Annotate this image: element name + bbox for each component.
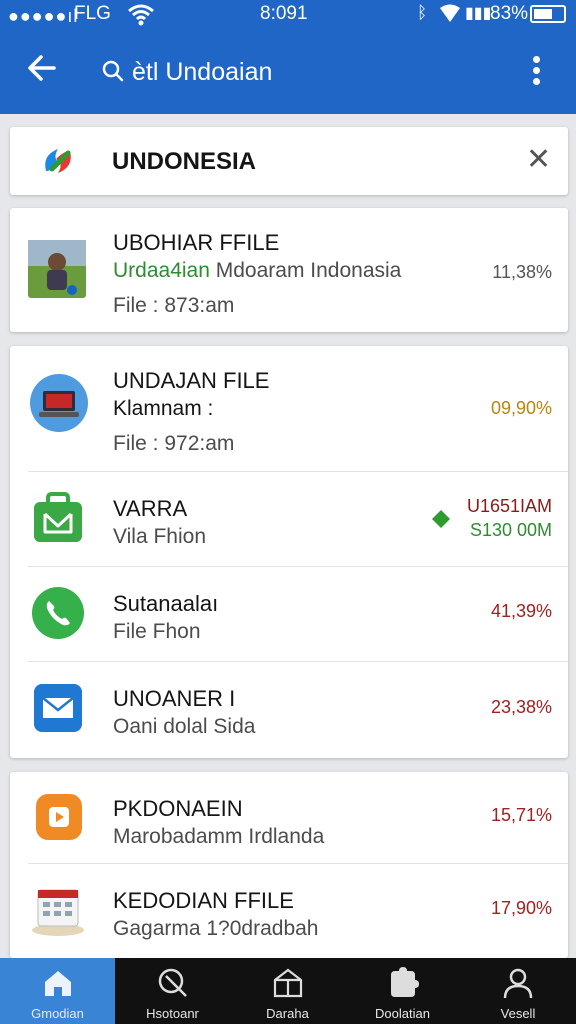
mail-icon [34,684,82,732]
result-title: VARRA [113,496,188,521]
search-box-text: UNDONESIA [112,148,257,175]
result-subtitle-rest: Mdoaram Indonasia [209,259,402,282]
result-subtitle: Urdaa4ian Mdoaram Indonasia [113,259,401,283]
nav-item-store[interactable]: Daraha [230,958,345,1024]
home-icon [45,971,71,996]
result-subtitle: Oani dolal Sida [113,715,256,738]
list-item[interactable]: Sutanaalaı File Fhon 41,39% [28,567,568,662]
video-thumbnail-icon [28,240,86,298]
nav-label: Gmodian [31,1006,84,1021]
nav-item-home[interactable]: Gmodian [0,958,115,1024]
result-value: U1651IAM [466,496,552,516]
result-card: UNDAJAN FILE Klamnam : File : 972:am 09,… [10,346,568,758]
result-value: 41,39% [490,601,552,621]
list-item[interactable]: UNOANER I Oani dolal Sida 23,38% [28,662,568,758]
nav-label: Hsotoanr [146,1006,199,1021]
clock: 8:091 [260,3,308,24]
profile-icon [503,968,533,999]
more-vert-icon[interactable] [522,52,550,92]
nav-item-search[interactable]: Hsotoanr [115,958,230,1024]
app-logo-icon [45,149,71,173]
search-query-input[interactable]: ѐtl Undoaian [132,58,272,87]
nav-label: Vesell [500,1006,536,1021]
list-item[interactable]: VARRA Vila Fhion U1651IAM S130 00M [28,472,568,567]
result-value: 15,71% [490,805,552,825]
result-file-info: File : 873:am [113,294,235,317]
play-icon [36,794,82,840]
result-subtitle: File Fhon [113,620,201,643]
result-card: PKDONAEIN Marobadamm Irdlanda 15,71% KED… [10,772,568,958]
nav-item-puzzle[interactable]: Doolatian [345,958,460,1024]
wifi-strength-icon [440,4,460,22]
result-title: UNDAJAN FILE [113,368,270,393]
status-bar: ●●●●●ıl FLG 8:091 ᛒ ▮▮▮ 83% [0,0,576,30]
nav-label: Daraha [266,1006,309,1021]
store-icon [273,968,303,998]
search-icon [158,968,187,997]
signal-indicator: ●●●●●ıl [8,6,79,26]
result-value: 09,90% [490,398,552,418]
nav-label: Doolatian [375,1006,430,1021]
result-value: 11,38% [492,262,552,282]
app-bar: ѐtl Undoaian [0,30,576,114]
result-subtitle: Klamnam : [113,397,214,420]
list-item[interactable]: PKDONAEIN Marobadamm Irdlanda 15,71% [28,772,568,864]
bluetooth-icon: ᛒ [417,3,428,22]
result-subtitle: Vila Fhion [113,525,207,548]
diamond-marker-icon [432,510,450,528]
result-value: 17,90% [490,898,552,918]
phone-icon [32,587,84,639]
calendar-icon [32,889,84,936]
result-title: UBOHIAR FFILE [113,230,280,255]
bottom-nav: Gmodian Hsotoanr Daraha Doolatian Vesell [0,958,576,1024]
result-subtitle: Gagarma 1?0dradbah [113,917,319,940]
result-value-secondary: S130 00M [469,520,552,540]
result-value: 23,38% [490,697,552,717]
puzzle-icon [391,967,419,997]
cell-signal-icon: ▮▮▮ [465,5,492,22]
nav-item-profile[interactable]: Vesell [460,958,576,1024]
battery-icon [530,5,566,23]
list-item[interactable]: KEDODIAN FFILE Gagarma 1?0dradbah 17,90% [28,864,568,958]
result-card: UBOHIAR FFILE Urdaa4ian Mdoaram Indonasi… [10,208,568,332]
list-item[interactable]: UBOHIAR FFILE Urdaa4ian Mdoaram Indonasi… [10,208,568,332]
shopping-bag-icon [34,492,82,542]
close-icon[interactable]: ✕ [526,144,551,176]
result-file-info: File : 972:am [113,432,235,455]
result-subtitle-highlight: Urdaa4ian [113,259,210,282]
search-icon[interactable] [102,60,124,82]
wifi-icon [128,4,154,26]
carrier-name: FLG [74,3,111,24]
result-title: KEDODIAN FFILE [113,888,294,913]
result-title: UNOANER I [113,686,236,711]
result-title: PKDONAEIN [113,796,243,821]
back-arrow-icon[interactable] [24,50,60,86]
result-subtitle: Marobadamm Irdlanda [113,825,325,848]
search-box[interactable]: UNDONESIA ✕ [10,127,568,195]
battery-percent: 83% [490,3,529,24]
list-item[interactable]: UNDAJAN FILE Klamnam : File : 972:am 09,… [28,346,568,472]
result-title: Sutanaalaı [113,591,219,616]
laptop-icon [30,374,88,432]
